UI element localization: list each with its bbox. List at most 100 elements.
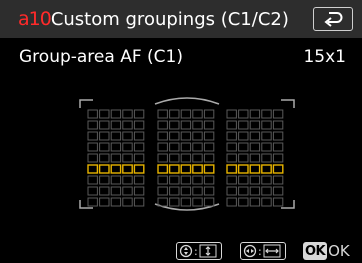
af-point: [180, 186, 192, 196]
af-point-selected: [237, 164, 249, 174]
af-point: [249, 175, 261, 185]
svg-text::: :: [194, 245, 198, 258]
af-point: [261, 109, 272, 119]
af-point: [110, 175, 122, 185]
af-point-selected: [133, 164, 145, 174]
af-point: [192, 109, 203, 119]
af-point: [122, 120, 133, 130]
af-point: [133, 142, 145, 152]
af-point: [226, 153, 237, 163]
af-point: [249, 186, 261, 196]
af-point: [87, 131, 98, 141]
af-point: [169, 109, 180, 119]
af-point: [192, 197, 203, 207]
af-point: [249, 142, 261, 152]
af-point: [203, 175, 215, 185]
hint-select-column: :: [240, 241, 286, 261]
af-point: [203, 120, 215, 130]
af-point-selected: [261, 164, 272, 174]
af-point: [180, 197, 192, 207]
af-point: [180, 131, 192, 141]
af-point: [203, 197, 215, 207]
af-point: [122, 131, 133, 141]
hint-ok[interactable]: OK OK: [303, 241, 350, 261]
af-point-selected: [168, 164, 180, 174]
af-point: [261, 131, 272, 141]
af-point: [249, 131, 261, 141]
af-point: [226, 109, 237, 119]
af-point: [180, 109, 192, 119]
af-point: [226, 120, 237, 130]
af-point: [157, 153, 168, 163]
af-point: [180, 175, 192, 185]
footer-hints: : : OK OK: [0, 241, 362, 263]
af-point: [133, 109, 145, 119]
af-point: [122, 153, 133, 163]
af-point: [238, 197, 249, 207]
bracket-top-right: [281, 99, 295, 108]
multi-selector-up-down-icon: :: [176, 242, 222, 260]
af-point: [272, 131, 284, 141]
af-point: [87, 109, 98, 119]
bracket-top-left: [79, 99, 93, 108]
af-point: [203, 186, 215, 196]
af-point: [169, 153, 180, 163]
af-point: [238, 186, 249, 196]
af-point: [261, 120, 272, 130]
af-point: [110, 120, 122, 130]
af-point: [99, 142, 110, 152]
af-point: [238, 109, 249, 119]
af-point: [192, 153, 203, 163]
af-point: [87, 120, 98, 130]
ok-label: OK: [328, 242, 350, 260]
af-point: [122, 142, 133, 152]
af-point: [157, 186, 168, 196]
bracket-bottom-left: [79, 200, 93, 209]
af-point: [272, 142, 284, 152]
af-point: [249, 120, 261, 130]
af-grid: [87, 109, 284, 207]
af-point: [169, 175, 180, 185]
af-point: [203, 153, 215, 163]
af-point: [122, 197, 133, 207]
af-point: [226, 175, 237, 185]
svg-text::: :: [258, 245, 262, 258]
af-point-selected: [249, 164, 261, 174]
af-point: [192, 186, 203, 196]
af-point: [87, 175, 98, 185]
af-point: [110, 109, 122, 119]
af-point: [99, 186, 110, 196]
af-point-selected: [157, 164, 169, 174]
af-point: [133, 153, 145, 163]
af-point: [122, 186, 133, 196]
af-point: [110, 186, 122, 196]
af-point: [226, 186, 237, 196]
af-point: [192, 120, 203, 130]
af-point: [133, 186, 145, 196]
af-point: [238, 153, 249, 163]
af-point: [261, 153, 272, 163]
af-point: [87, 153, 98, 163]
af-point: [272, 109, 284, 119]
af-point: [272, 175, 284, 185]
af-point: [249, 153, 261, 163]
af-point: [99, 120, 110, 130]
af-point: [169, 197, 180, 207]
af-point: [272, 186, 284, 196]
af-point-selected: [226, 164, 238, 174]
af-point: [192, 131, 203, 141]
af-point-selected: [192, 164, 203, 174]
af-point: [261, 175, 272, 185]
ok-button-icon: OK: [303, 242, 328, 260]
af-point: [87, 186, 98, 196]
af-point: [261, 142, 272, 152]
af-point-selected: [122, 164, 133, 174]
af-point: [157, 142, 168, 152]
af-point: [169, 120, 180, 130]
af-point: [110, 142, 122, 152]
af-point: [226, 131, 237, 141]
af-point: [261, 186, 272, 196]
bracket-top-center-arc: [154, 97, 220, 105]
af-point-selected: [98, 164, 110, 174]
af-point: [157, 175, 168, 185]
